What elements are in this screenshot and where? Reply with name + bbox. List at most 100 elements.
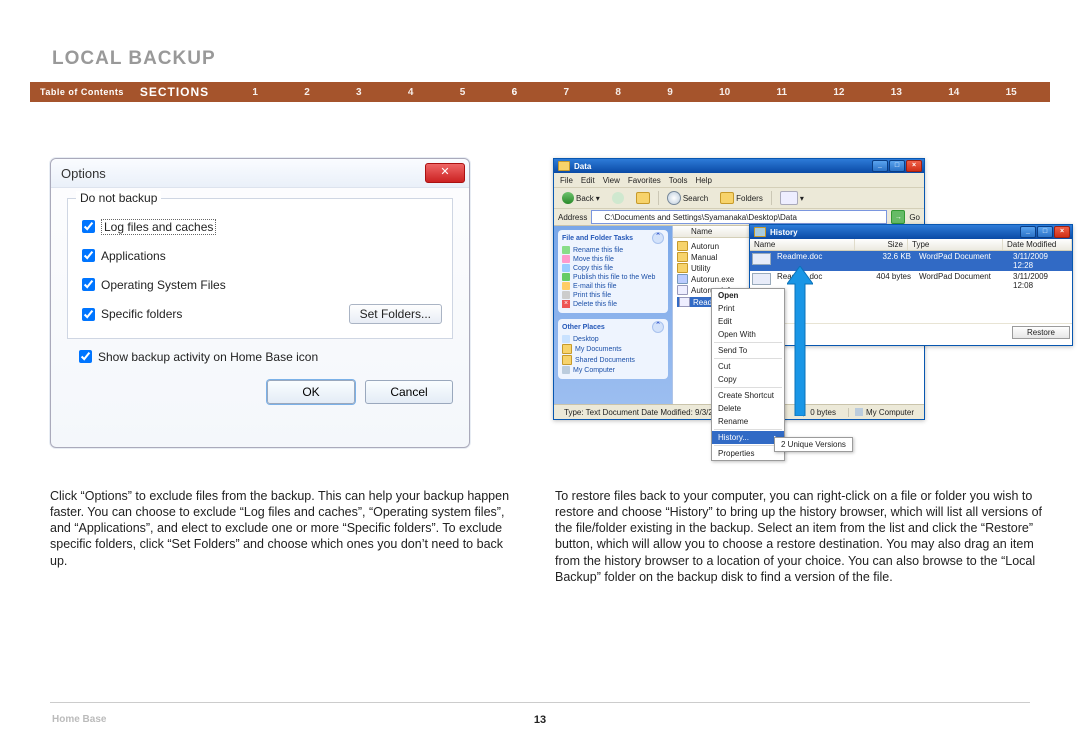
task-move[interactable]: Move this file: [562, 255, 664, 263]
views-button[interactable]: ▾: [776, 190, 808, 206]
section-3[interactable]: 3: [356, 87, 362, 98]
footer-rule: [50, 702, 1030, 703]
minimize-button[interactable]: _: [872, 160, 888, 172]
collapse-icon[interactable]: ⌃: [652, 232, 664, 244]
history-titlebar: History _ □ ×: [750, 225, 1072, 239]
cm-open-with[interactable]: Open With: [712, 328, 784, 341]
task-email[interactable]: E-mail this file: [562, 282, 664, 290]
up-button[interactable]: [632, 191, 654, 205]
documents-icon: [562, 344, 572, 354]
exclude-specific-folders-checkbox[interactable]: [82, 308, 95, 321]
section-5[interactable]: 5: [460, 87, 466, 98]
section-6[interactable]: 6: [512, 87, 518, 98]
close-button[interactable]: ✕: [425, 163, 465, 183]
maximize-button[interactable]: □: [1037, 226, 1053, 238]
row-size: 32.6 KB: [863, 251, 915, 271]
address-input[interactable]: C:\Documents and Settings\Syamanaka\Desk…: [591, 210, 887, 224]
section-9[interactable]: 9: [667, 87, 673, 98]
file-name: Manual: [691, 253, 717, 262]
task-delete[interactable]: ×Delete this file: [562, 300, 664, 308]
section-12[interactable]: 12: [833, 87, 844, 98]
window-close-button[interactable]: ×: [906, 160, 922, 172]
folders-icon: [720, 192, 734, 204]
toc-link[interactable]: Table of Contents: [30, 87, 124, 97]
menu-help[interactable]: Help: [695, 176, 711, 185]
back-icon: [562, 192, 574, 204]
menu-file[interactable]: File: [560, 176, 573, 185]
cm-print[interactable]: Print: [712, 302, 784, 315]
menu-favorites[interactable]: Favorites: [628, 176, 661, 185]
data-title: Data: [574, 162, 591, 171]
section-2[interactable]: 2: [304, 87, 310, 98]
exclude-log-files-checkbox[interactable]: [82, 220, 95, 233]
cm-send-to[interactable]: Send To: [712, 344, 784, 357]
search-icon: [667, 191, 681, 205]
cm-delete[interactable]: Delete: [712, 402, 784, 415]
go-button[interactable]: →: [891, 210, 905, 224]
history-row[interactable]: Readme.doc 404 bytes WordPad Document 3/…: [750, 271, 1072, 291]
col-date[interactable]: Date Modified: [1003, 239, 1072, 250]
task-publish[interactable]: Publish this file to the Web: [562, 273, 664, 281]
col-type[interactable]: Type: [908, 239, 1003, 250]
set-folders-button[interactable]: Set Folders...: [349, 304, 442, 324]
task-rename[interactable]: Rename this file: [562, 246, 664, 254]
folders-button[interactable]: Folders: [716, 191, 767, 205]
minimize-button[interactable]: _: [1020, 226, 1036, 238]
section-13[interactable]: 13: [891, 87, 902, 98]
files-header-name[interactable]: Name: [691, 227, 712, 236]
exclude-specific-folders-row: Specific folders Set Folders...: [78, 304, 442, 324]
place-my-documents[interactable]: My Documents: [562, 344, 664, 354]
place-my-computer[interactable]: My Computer: [562, 366, 664, 374]
place-desktop[interactable]: Desktop: [562, 335, 664, 343]
section-11[interactable]: 11: [776, 87, 787, 98]
show-activity-label: Show backup activity on Home Base icon: [98, 350, 318, 364]
row-type: WordPad Document: [915, 271, 1009, 291]
history-row[interactable]: Readme.doc 32.6 KB WordPad Document 3/11…: [750, 251, 1072, 271]
go-label: Go: [909, 213, 920, 222]
window-close-button[interactable]: ×: [1054, 226, 1070, 238]
col-size[interactable]: Size: [855, 239, 908, 250]
views-icon: [780, 191, 798, 205]
search-button[interactable]: Search: [663, 190, 712, 206]
cm-separator: [714, 358, 782, 359]
section-1[interactable]: 1: [252, 87, 258, 98]
cm-create-shortcut[interactable]: Create Shortcut: [712, 389, 784, 402]
exclude-specific-folders-label: Specific folders: [101, 307, 182, 321]
cm-edit[interactable]: Edit: [712, 315, 784, 328]
col-name[interactable]: Name: [750, 239, 855, 250]
maximize-button[interactable]: □: [889, 160, 905, 172]
place-label: My Documents: [575, 346, 622, 353]
section-4[interactable]: 4: [408, 87, 414, 98]
menu-tools[interactable]: Tools: [669, 176, 688, 185]
menu-view[interactable]: View: [603, 176, 620, 185]
cm-copy[interactable]: Copy: [712, 373, 784, 386]
task-print[interactable]: Print this file: [562, 291, 664, 299]
cancel-button[interactable]: Cancel: [365, 380, 453, 404]
task-copy[interactable]: Copy this file: [562, 264, 664, 272]
cm-cut[interactable]: Cut: [712, 360, 784, 373]
desktop-icon: [562, 335, 570, 343]
cm-submenu-versions[interactable]: 2 Unique Versions: [774, 437, 853, 452]
section-7[interactable]: 7: [563, 87, 569, 98]
exclude-applications-checkbox[interactable]: [82, 249, 95, 262]
data-titlebar: Data _ □ ×: [554, 159, 924, 173]
section-15[interactable]: 15: [1006, 87, 1017, 98]
toolbar-separator: [658, 191, 659, 205]
cm-rename[interactable]: Rename: [712, 415, 784, 428]
section-14[interactable]: 14: [948, 87, 959, 98]
menu-edit[interactable]: Edit: [581, 176, 595, 185]
forward-button[interactable]: [608, 191, 628, 205]
cm-open[interactable]: Open: [712, 289, 784, 302]
task-label: Rename this file: [573, 247, 623, 254]
exclude-os-files-checkbox[interactable]: [82, 278, 95, 291]
back-button[interactable]: Back ▾: [558, 191, 604, 205]
section-10[interactable]: 10: [719, 87, 730, 98]
restore-button[interactable]: Restore: [1012, 326, 1070, 339]
sections-bar: Table of Contents SECTIONS 1 2 3 4 5 6 7…: [30, 82, 1050, 102]
show-activity-checkbox[interactable]: [79, 350, 92, 363]
ok-button[interactable]: OK: [267, 380, 355, 404]
inf-icon: [677, 285, 688, 295]
collapse-icon[interactable]: ⌃: [652, 321, 664, 333]
place-shared-documents[interactable]: Shared Documents: [562, 355, 664, 365]
section-8[interactable]: 8: [615, 87, 621, 98]
